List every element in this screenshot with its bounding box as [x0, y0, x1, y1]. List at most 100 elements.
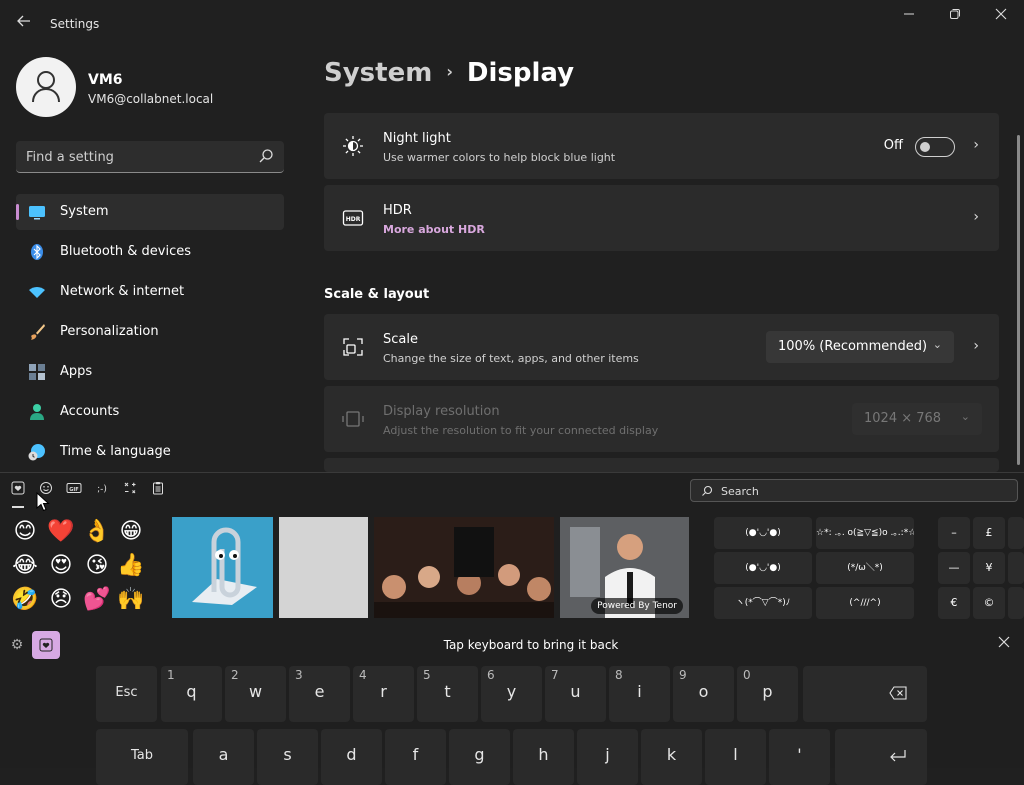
key-f[interactable]: f [385, 729, 446, 785]
key-e[interactable]: 3e [289, 666, 350, 722]
sidebar-item-personalization[interactable]: Personalization [16, 314, 284, 350]
symbol-item-partial[interactable] [1008, 517, 1024, 549]
kaomoji-item[interactable]: ヽ(*⌒▽⌒*)ﾉ [714, 587, 812, 619]
search-icon[interactable] [258, 148, 274, 164]
kaomoji-item[interactable]: (●'◡'●) [714, 517, 812, 549]
key-o[interactable]: 9o [673, 666, 734, 722]
maximize-button[interactable] [932, 0, 978, 32]
tab-gif[interactable]: GIF [64, 481, 84, 501]
breadcrumb-parent[interactable]: System [324, 58, 432, 88]
user-name: VM6 [88, 72, 123, 88]
next-card-partial[interactable] [324, 458, 999, 472]
avatar[interactable] [16, 57, 76, 117]
emoji-item[interactable]: 😊 [10, 517, 40, 547]
scale-card[interactable]: Scale Change the size of text, apps, and… [324, 314, 999, 380]
key-i[interactable]: 8i [609, 666, 670, 722]
kaomoji-item[interactable]: (*/ω＼*) [816, 552, 914, 584]
emoji-item[interactable]: 💕 [82, 585, 112, 615]
panel-search[interactable] [690, 479, 1018, 502]
key-l[interactable]: l [705, 729, 766, 785]
emoji-item[interactable]: 👍 [116, 551, 146, 581]
key-k[interactable]: k [641, 729, 702, 785]
chevron-right-icon[interactable]: › [973, 209, 979, 225]
gif-item[interactable] [374, 517, 554, 618]
scale-icon [343, 338, 363, 356]
emoji-item[interactable]: ❤️ [46, 517, 76, 547]
symbol-item[interactable]: € [938, 587, 970, 619]
key-label: w [248, 682, 263, 701]
key-a[interactable]: a [193, 729, 254, 785]
key-enter[interactable] [835, 729, 927, 785]
key-s[interactable]: s [257, 729, 318, 785]
symbol-item-partial[interactable] [1008, 552, 1024, 584]
sidebar-item-system[interactable]: System [16, 194, 284, 230]
hdr-more-link[interactable]: More about HDR [383, 223, 485, 236]
tab-favorites[interactable] [8, 481, 28, 508]
minimize-button[interactable] [886, 0, 932, 32]
chevron-right-icon[interactable]: › [973, 137, 979, 153]
search-input[interactable] [26, 147, 246, 167]
key-u[interactable]: 7u [545, 666, 606, 722]
chevron-right-icon[interactable]: › [973, 338, 979, 354]
key-w[interactable]: 2w [225, 666, 286, 722]
symbol-item-partial[interactable] [1008, 587, 1024, 619]
tab-kaomoji[interactable]: ;-) [92, 481, 112, 501]
night-light-card[interactable]: Night light Use warmer colors to help bl… [324, 113, 999, 179]
sidebar-item-apps[interactable]: Apps [16, 354, 284, 390]
symbol-item[interactable]: ¥ [973, 552, 1005, 584]
key-apostrophe[interactable]: ' [769, 729, 830, 785]
key-number: 8 [615, 668, 623, 682]
sidebar-item-label: Network & internet [60, 284, 185, 299]
night-light-icon [343, 136, 363, 156]
key-t[interactable]: 5t [417, 666, 478, 722]
back-arrow-icon[interactable] [12, 12, 36, 36]
key-d[interactable]: d [321, 729, 382, 785]
sidebar-item-bluetooth[interactable]: Bluetooth & devices [16, 234, 284, 270]
accounts-icon [30, 404, 44, 420]
tab-symbols[interactable] [120, 481, 140, 501]
key-p[interactable]: 0p [737, 666, 798, 722]
key-h[interactable]: h [513, 729, 574, 785]
emoji-item[interactable]: 👌 [82, 517, 112, 547]
tab-clipboard[interactable] [148, 481, 168, 501]
emoji-item[interactable]: 😘 [82, 551, 112, 581]
sidebar-item-network[interactable]: Network & internet [16, 274, 284, 310]
key-r[interactable]: 4r [353, 666, 414, 722]
kaomoji-item[interactable]: ☆*: .｡. o(≧▽≦)o .｡.:*☆ [816, 517, 914, 549]
kaomoji-item[interactable]: (●'◡'●) [714, 552, 812, 584]
symbol-item[interactable]: £ [973, 517, 1005, 549]
key-j[interactable]: j [577, 729, 638, 785]
close-icon[interactable] [998, 636, 1010, 652]
night-light-toggle[interactable] [915, 137, 955, 157]
key-q[interactable]: 1q [161, 666, 222, 722]
key-backspace[interactable] [803, 666, 927, 722]
gif-item[interactable] [172, 517, 273, 618]
emoji-item[interactable]: 😍 [46, 551, 76, 581]
symbol-item[interactable]: – [938, 517, 970, 549]
gif-item[interactable]: Powered By Tenor [560, 517, 689, 618]
settings-search[interactable] [16, 141, 284, 173]
key-esc[interactable]: Esc [96, 666, 157, 722]
sidebar-item-accounts[interactable]: Accounts [16, 394, 284, 430]
key-label: e [314, 682, 325, 701]
emoji-item[interactable]: 🤣 [10, 585, 40, 615]
gif-item[interactable] [279, 517, 368, 618]
sidebar-item-time-language[interactable]: Time & language [16, 434, 284, 470]
key-y[interactable]: 6y [481, 666, 542, 722]
kaomoji-item[interactable]: (^///^) [816, 587, 914, 619]
hdr-card[interactable]: HDR HDR More about HDR › [324, 185, 999, 251]
close-button[interactable] [978, 0, 1024, 32]
scrollbar[interactable] [1017, 135, 1020, 465]
symbol-item[interactable]: — [938, 552, 970, 584]
emoji-item[interactable]: 😁 [116, 517, 146, 547]
symbol-item[interactable]: © [973, 587, 1005, 619]
key-g[interactable]: g [449, 729, 510, 785]
key-tab[interactable]: Tab [96, 729, 188, 785]
emoji-item[interactable]: 🙌 [116, 585, 146, 615]
emoji-item[interactable]: 😂 [10, 551, 40, 581]
panel-search-input[interactable] [721, 484, 1001, 498]
key-label: Tab [130, 748, 153, 763]
scale-dropdown[interactable]: 100% (Recommended) ⌄ [766, 331, 954, 363]
emoji-item[interactable]: 😞 [46, 585, 76, 615]
scale-subtitle: Change the size of text, apps, and other… [383, 352, 639, 365]
